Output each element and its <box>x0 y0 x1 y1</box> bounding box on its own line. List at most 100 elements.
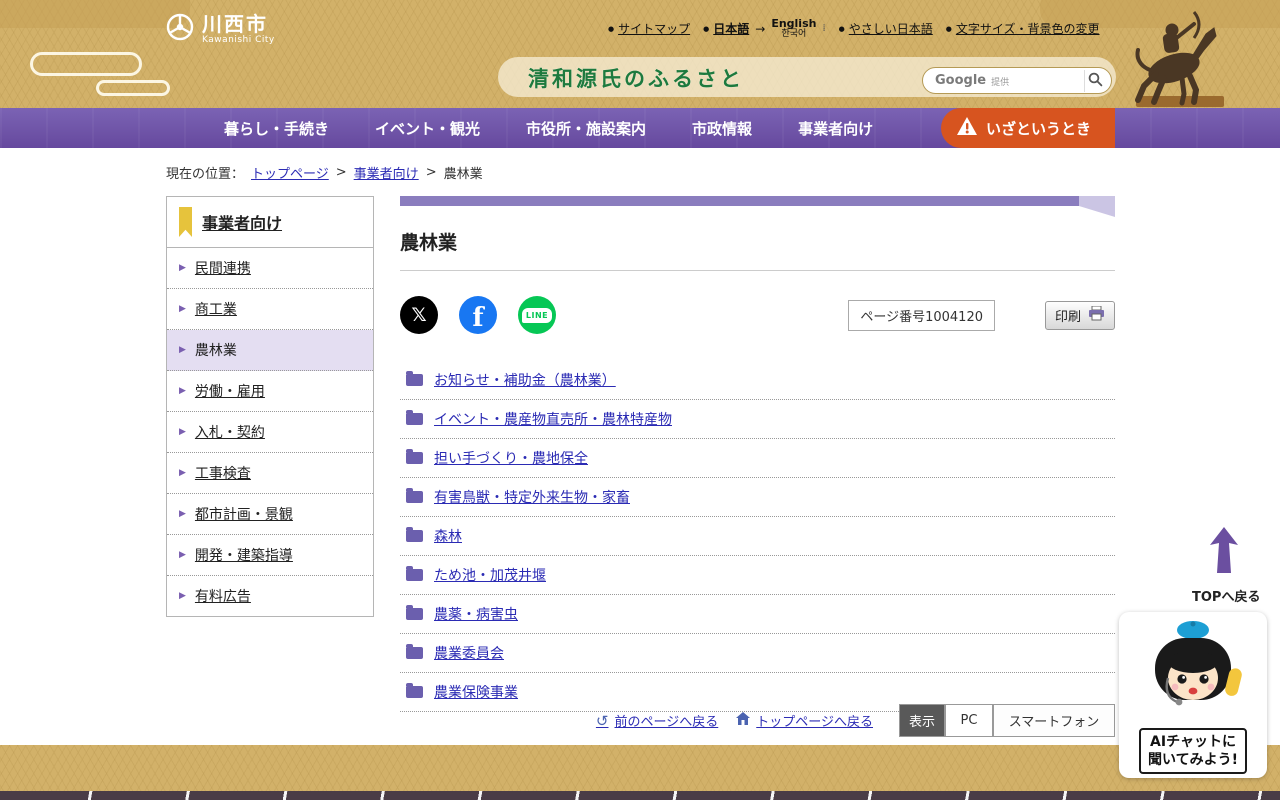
cloud-decoration <box>96 80 170 96</box>
category-row: ため池・加茂井堰 <box>400 556 1115 595</box>
back-page-link[interactable]: ↺ 前のページへ戻る <box>596 711 719 731</box>
cloud-decoration <box>30 52 142 76</box>
search-input[interactable]: Google 提供 <box>922 67 1112 94</box>
breadcrumb-prefix: 現在の位置： <box>166 167 245 182</box>
search-button[interactable] <box>1084 69 1106 92</box>
title-accent-bar <box>400 196 1115 217</box>
japanese-link[interactable]: 日本語 <box>713 20 749 37</box>
smartphone-view-button[interactable]: スマートフォン <box>993 704 1115 737</box>
sidebar-item-koji-kensa[interactable]: ▶ 工事検査 <box>167 453 373 494</box>
pc-view-button[interactable]: PC <box>945 704 993 737</box>
sidebar-item-label: 民間連携 <box>194 261 251 277</box>
arrow-right-icon: → <box>755 21 766 36</box>
nav-item-cityhall[interactable]: 市役所・施設案内 <box>526 118 646 139</box>
emergency-button[interactable]: いざというとき <box>940 108 1115 148</box>
breadcrumb: 現在の位置： トップページ > 事業者向け > 農林業 <box>166 163 483 182</box>
category-link-event[interactable]: イベント・農産物直売所・農林特産物 <box>434 409 672 429</box>
easy-japanese-link[interactable]: やさしい日本語 <box>849 20 933 37</box>
sitemap-link[interactable]: サイトマップ <box>618 20 690 37</box>
triangle-bullet-icon: ▶ <box>179 344 186 355</box>
folder-icon <box>406 605 423 620</box>
triangle-bullet-icon: ▶ <box>179 590 186 601</box>
top-page-link[interactable]: トップページへ戻る <box>736 711 873 730</box>
folder-icon <box>406 449 423 464</box>
view-switcher: 表示 PC スマートフォン <box>899 704 1115 737</box>
category-link-shinrin[interactable]: 森林 <box>434 526 462 546</box>
triangle-bullet-icon: ▶ <box>179 426 186 437</box>
line-share-icon[interactable]: LINE <box>518 296 556 334</box>
sidebar-item-rodo-koyo[interactable]: ▶ 労働・雇用 <box>167 371 373 412</box>
folder-icon <box>406 644 423 659</box>
city-logo[interactable]: 川西市 Kawanishi City <box>166 13 275 45</box>
city-name-en: Kawanishi City <box>202 35 275 45</box>
sidebar-item-shokogyo[interactable]: ▶ 商工業 <box>167 289 373 330</box>
up-arrow-icon <box>1209 527 1239 579</box>
category-link-oshirase[interactable]: お知らせ・補助金（農林業） <box>434 370 616 390</box>
sidebar-item-nyusatsu-keiyaku[interactable]: ▶ 入札・契約 <box>167 412 373 453</box>
back-to-top-button[interactable]: TOPへ戻る <box>1192 527 1260 605</box>
facebook-share-icon[interactable]: f <box>459 296 497 334</box>
triangle-bullet-icon: ▶ <box>179 467 186 478</box>
triangle-bullet-icon: ▶ <box>179 262 186 273</box>
sidebar: 事業者向け ▶ 民間連携 ▶ 商工業 ▶ 農林業 ▶ 労働・雇用 ▶ 入札・契約… <box>166 196 374 617</box>
divider: ⁞ <box>822 23 826 35</box>
text-size-link[interactable]: 文字サイズ・背景色の変更 <box>956 20 1100 37</box>
warning-icon <box>956 116 978 140</box>
footer-tick-strip <box>0 791 1280 800</box>
folder-icon <box>406 371 423 386</box>
category-row: 農薬・病害虫 <box>400 595 1115 634</box>
page-title: 農林業 <box>400 228 1115 271</box>
category-link-nogyo-iinkai[interactable]: 農業委員会 <box>434 643 504 663</box>
nav-item-living[interactable]: 暮らし・手続き <box>224 118 329 139</box>
sidebar-item-kaihatsu-kenchiku[interactable]: ▶ 開発・建築指導 <box>167 535 373 576</box>
triangle-bullet-icon: ▶ <box>179 549 186 560</box>
page-number-badge: ページ番号1004120 <box>848 299 995 331</box>
category-link-nogyo-hoken[interactable]: 農業保険事業 <box>434 682 518 702</box>
utility-links: ● サイトマップ ● 日本語 → English 한국어 ⁞ ● やさしい日本語… <box>608 17 1100 40</box>
korean-link[interactable]: 한국어 <box>771 29 816 40</box>
samurai-statue-image <box>1106 0 1234 107</box>
triangle-bullet-icon: ▶ <box>179 508 186 519</box>
category-link-ninaite[interactable]: 担い手づくり・農地保全 <box>434 448 588 468</box>
x-share-icon[interactable]: 𝕏 <box>400 296 438 334</box>
folder-icon <box>406 566 423 581</box>
sidebar-item-minkan-renkei[interactable]: ▶ 民間連携 <box>167 248 373 289</box>
emergency-label: いざというとき <box>985 119 1091 138</box>
ai-chat-widget[interactable]: AIチャットに 聞いてみよう! <box>1119 612 1267 778</box>
breadcrumb-current: 農林業 <box>443 167 483 182</box>
sidebar-item-label: 労働・雇用 <box>194 384 265 400</box>
accent-bar-wedge <box>1079 206 1115 217</box>
top-page-label: トップページへ戻る <box>756 715 873 730</box>
category-link-yugai-chojyu[interactable]: 有害鳥獣・特定外来生物・家畜 <box>434 487 630 507</box>
printer-icon <box>1088 305 1105 324</box>
sidebar-item-toshi-keikaku[interactable]: ▶ 都市計画・景観 <box>167 494 373 535</box>
sidebar-title-link[interactable]: 事業者向け <box>202 210 282 234</box>
folder-icon <box>406 527 423 542</box>
bullet-icon: ● <box>703 24 710 33</box>
city-name: 川西市 <box>202 12 268 36</box>
bullet-icon: ● <box>608 24 615 33</box>
google-brand-label: Google <box>935 73 987 88</box>
breadcrumb-separator: > <box>335 165 347 180</box>
folder-icon <box>406 683 423 698</box>
bookmark-icon <box>179 207 192 237</box>
category-link-tameike[interactable]: ため池・加茂井堰 <box>434 565 546 585</box>
breadcrumb-home-link[interactable]: トップページ <box>251 163 329 182</box>
page-toolbar: 𝕏 f LINE ページ番号1004120 印刷 <box>400 296 1115 334</box>
triangle-bullet-icon: ▶ <box>179 385 186 396</box>
sidebar-item-label: 開発・建築指導 <box>194 548 293 564</box>
line-icon-label: LINE <box>521 307 553 323</box>
sidebar-item-norin-gyo[interactable]: ▶ 農林業 <box>167 330 373 371</box>
back-page-label: 前のページへ戻る <box>614 715 719 730</box>
bullet-icon: ● <box>945 24 952 33</box>
nav-item-business[interactable]: 事業者向け <box>798 118 873 139</box>
language-switcher[interactable]: English 한국어 <box>771 17 816 40</box>
breadcrumb-separator: > <box>425 165 437 180</box>
breadcrumb-section-link[interactable]: 事業者向け <box>354 163 419 182</box>
nav-item-events[interactable]: イベント・観光 <box>375 118 480 139</box>
category-link-noyaku[interactable]: 農薬・病害虫 <box>434 604 518 624</box>
nav-item-cityinfo[interactable]: 市政情報 <box>692 118 752 139</box>
sidebar-item-yuryo-kokoku[interactable]: ▶ 有料広告 <box>167 576 373 616</box>
page: 川西市 Kawanishi City ● サイトマップ ● 日本語 → Engl… <box>0 0 1280 800</box>
print-button[interactable]: 印刷 <box>1044 300 1115 330</box>
